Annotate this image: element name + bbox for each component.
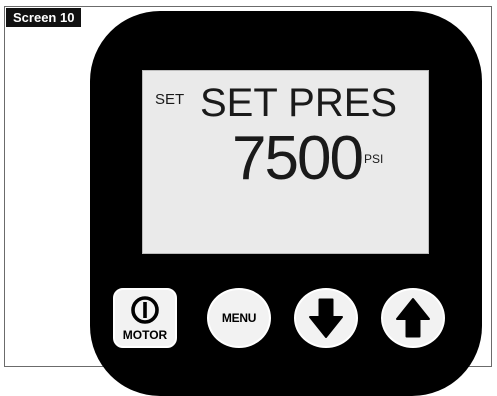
display-mode-text: SET PRES [200, 81, 398, 125]
pressure-unit: PSI [364, 152, 384, 166]
motor-button[interactable]: MOTOR [113, 288, 177, 348]
arrow-down-icon [309, 298, 343, 338]
down-button[interactable] [294, 288, 358, 348]
up-button[interactable] [381, 288, 445, 348]
menu-button[interactable]: MENU [207, 288, 271, 348]
motor-button-label: MOTOR [122, 328, 168, 342]
menu-button-label: MENU [221, 311, 257, 325]
arrow-up-icon [396, 298, 430, 338]
pressure-value: 7500 [232, 124, 364, 193]
screen-label: Screen 10 [6, 8, 82, 27]
set-indicator: SET [155, 91, 185, 108]
